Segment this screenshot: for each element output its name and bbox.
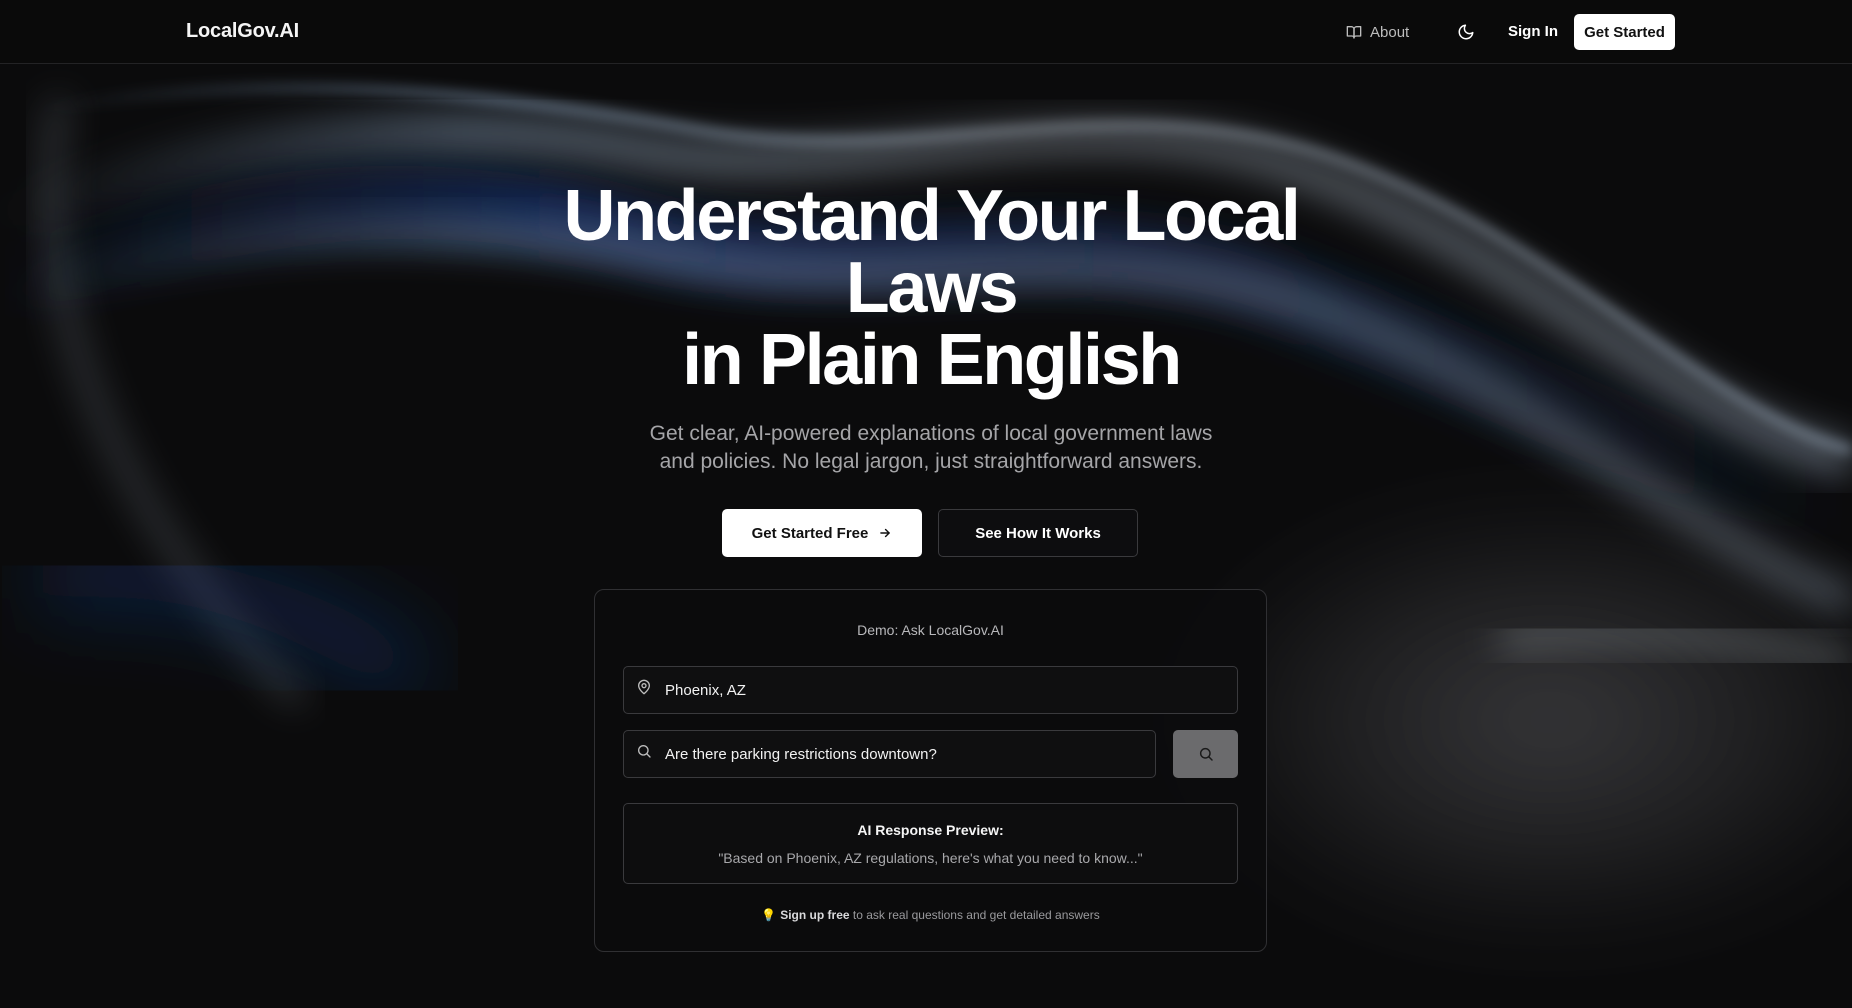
hero-title-line-3: in Plain English	[682, 320, 1182, 400]
demo-footer: 💡 Sign up free to ask real questions and …	[595, 908, 1266, 922]
book-open-icon	[1346, 26, 1362, 39]
preview-title: AI Response Preview:	[857, 822, 1004, 838]
question-field[interactable]: Are there parking restrictions downtown?	[623, 730, 1156, 778]
theme-toggle-button[interactable]	[1452, 18, 1480, 46]
nav-about-label: About	[1370, 23, 1410, 41]
preview-text: "Based on Phoenix, AZ regulations, here'…	[718, 850, 1143, 866]
map-pin-icon	[638, 679, 650, 695]
hero-subtitle-line-1: Get clear, AI-powered explanations of lo…	[649, 422, 1213, 445]
hero-title: Understand Your Local Laws in Plain Engl…	[426, 180, 1436, 396]
demo-card: Demo: Ask LocalGov.AI Phoenix, AZ Are th…	[594, 589, 1267, 952]
hero-subtitle-line-2: and policies. No legal jargon, just stra…	[659, 450, 1203, 473]
location-value: Phoenix, AZ	[665, 682, 746, 699]
search-icon	[638, 745, 651, 758]
ai-response-preview: AI Response Preview: "Based on Phoenix, …	[623, 803, 1238, 884]
site-logo[interactable]: LocalGov.AI	[186, 20, 299, 43]
arrow-right-icon	[880, 528, 891, 538]
lightbulb-icon: 💡	[761, 908, 777, 922]
nav-about-link[interactable]: About	[1346, 20, 1409, 44]
demo-label: Demo: Ask LocalGov.AI	[857, 622, 1004, 638]
top-nav-bar: LocalGov.AI About Sign In Get Started	[0, 0, 1852, 64]
demo-footer-text: to ask real questions and get detailed a…	[849, 908, 1100, 922]
header-get-started-button[interactable]: Get Started	[1574, 14, 1675, 50]
hero-subtitle: Get clear, AI-powered explanations of lo…	[626, 420, 1236, 476]
question-value: Are there parking restrictions downtown?	[665, 746, 937, 763]
demo-search-button[interactable]	[1173, 730, 1238, 778]
sign-up-free-link[interactable]: Sign up free	[780, 908, 849, 922]
get-started-free-label: Get Started Free	[751, 524, 869, 542]
landing-page: LocalGov.AI About Sign In Get Started Un…	[0, 0, 1852, 1008]
moon-icon	[1458, 24, 1474, 40]
hero-title-line-1: Understand Your Local	[563, 176, 1300, 256]
search-icon	[1199, 747, 1213, 761]
sign-in-link[interactable]: Sign In	[1508, 23, 1558, 40]
see-how-it-works-button[interactable]: See How It Works	[938, 509, 1138, 557]
location-field[interactable]: Phoenix, AZ	[623, 666, 1238, 714]
get-started-free-button[interactable]: Get Started Free	[722, 509, 922, 557]
hero-title-line-2: Laws	[845, 248, 1019, 328]
